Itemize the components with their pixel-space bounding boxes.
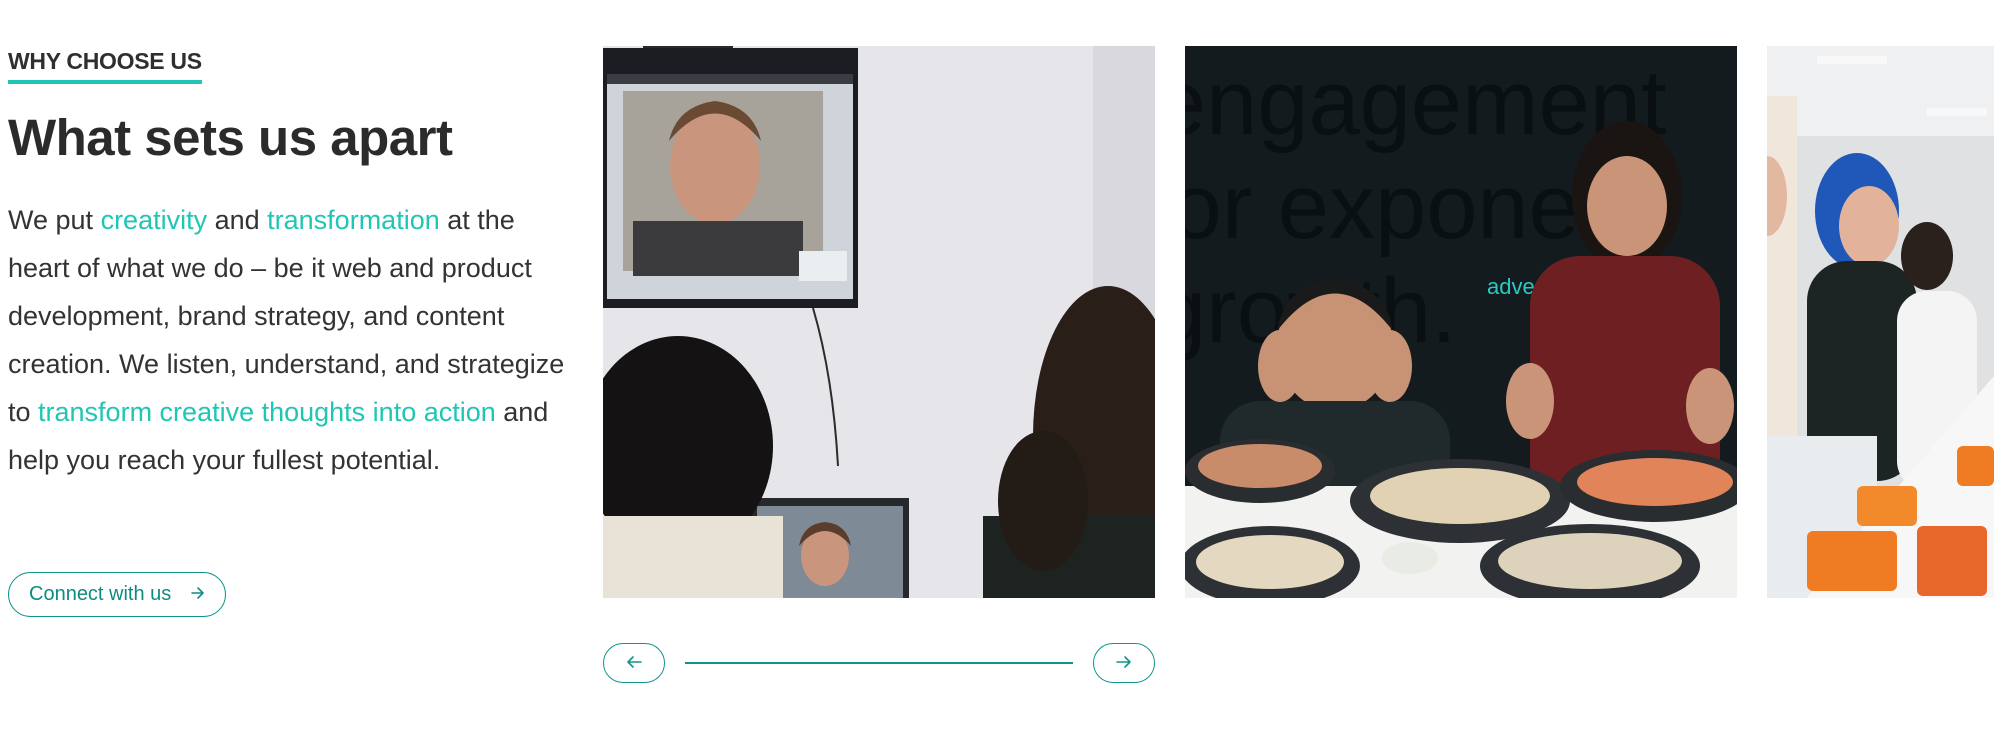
highlight-creativity: creativity xyxy=(100,205,208,235)
section-eyebrow: WHY CHOOSE US xyxy=(8,48,202,84)
photo-carousel[interactable]: engagement for exponenti growth. adve xyxy=(603,46,1994,598)
section-description: We put creativity and transformation at … xyxy=(8,196,568,484)
connect-button-label: Connect with us xyxy=(29,583,172,605)
connect-with-us-button[interactable]: Connect with us xyxy=(8,572,227,617)
description-text: and xyxy=(207,205,268,235)
carousel-prev-button[interactable] xyxy=(603,643,665,683)
wall-brand-text: adve xyxy=(1487,274,1535,299)
description-text: at the heart of what we do – be it web a… xyxy=(8,205,565,427)
arrow-right-icon xyxy=(1116,654,1132,673)
video-meeting-photo xyxy=(603,46,1155,598)
carousel-slide-office-party xyxy=(1767,46,1994,598)
description-text: We put xyxy=(8,205,101,235)
section-heading: What sets us apart xyxy=(8,109,453,166)
carousel-slide-video-meeting xyxy=(603,46,1155,598)
carousel-next-button[interactable] xyxy=(1093,643,1155,683)
office-party-photo xyxy=(1767,46,1994,598)
highlight-transformation: transformation xyxy=(267,205,440,235)
arrow-right-icon xyxy=(191,584,205,605)
carousel-slide-food-tasting: engagement for exponenti growth. adve xyxy=(1185,46,1737,598)
food-tasting-photo: engagement for exponenti growth. adve xyxy=(1185,46,1737,598)
arrow-left-icon xyxy=(626,654,642,673)
carousel-progress-track xyxy=(685,662,1073,664)
highlight-transform-thoughts: transform creative thoughts into action xyxy=(38,397,496,427)
